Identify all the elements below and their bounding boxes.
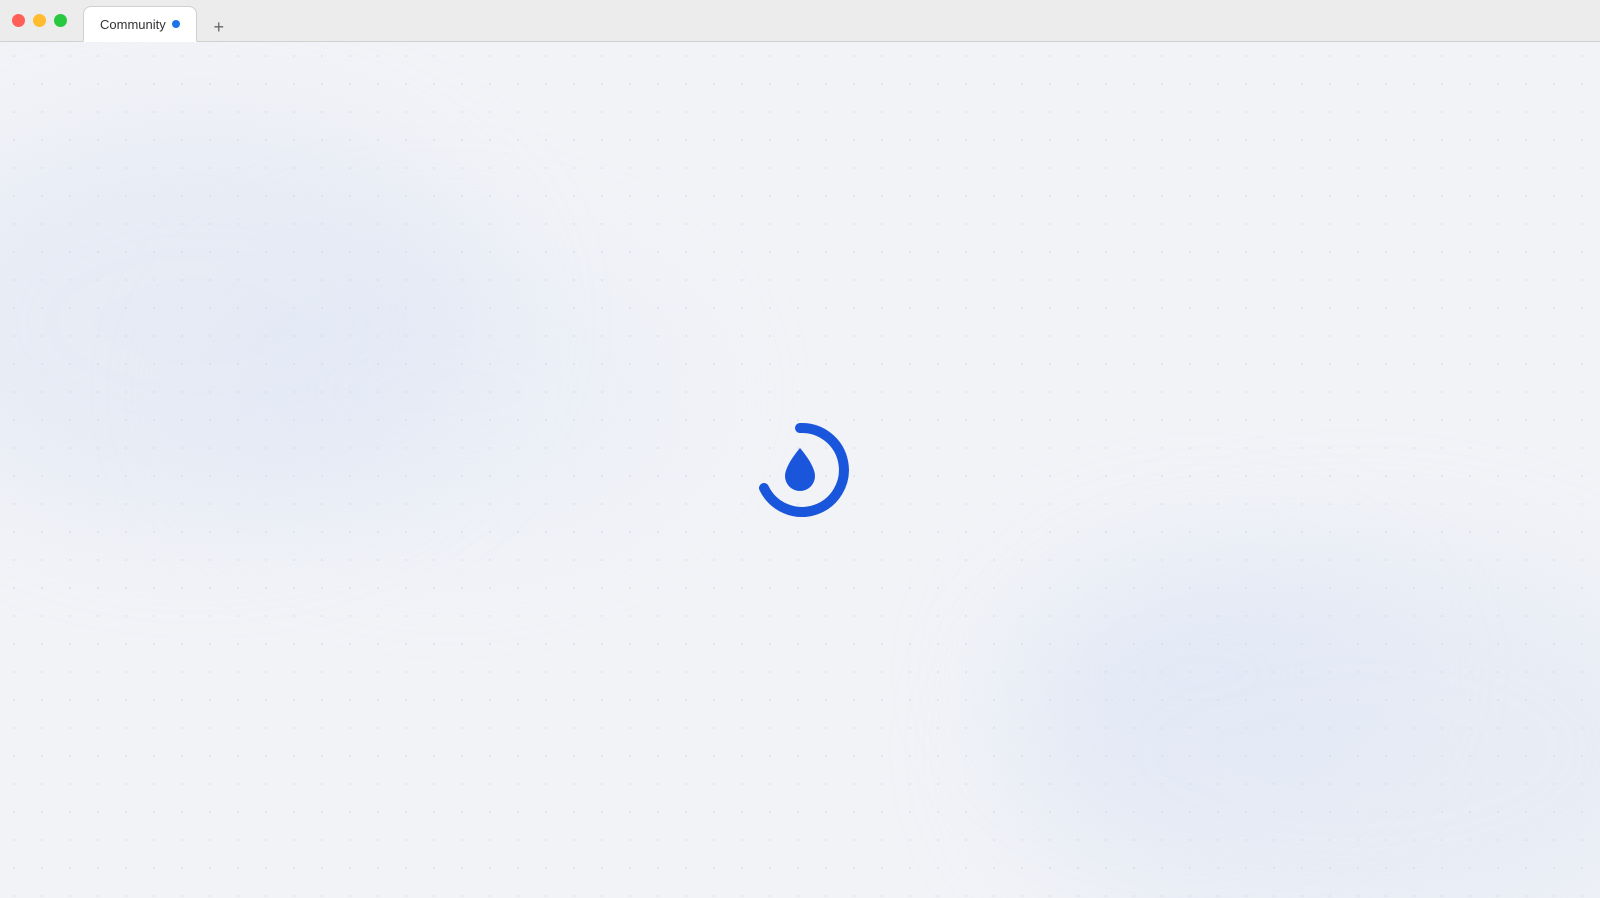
minimize-button[interactable]	[33, 14, 46, 27]
app-logo-icon	[750, 420, 850, 520]
window-controls	[12, 14, 67, 27]
tab-title: Community	[100, 17, 166, 32]
new-tab-button[interactable]: +	[205, 13, 233, 41]
main-content	[0, 42, 1600, 898]
maximize-button[interactable]	[54, 14, 67, 27]
close-button[interactable]	[12, 14, 25, 27]
community-tab[interactable]: Community	[83, 6, 197, 42]
tab-loading-dot	[172, 20, 180, 28]
center-logo	[750, 420, 850, 520]
titlebar: Community +	[0, 0, 1600, 42]
tabs-container: Community +	[83, 0, 233, 41]
